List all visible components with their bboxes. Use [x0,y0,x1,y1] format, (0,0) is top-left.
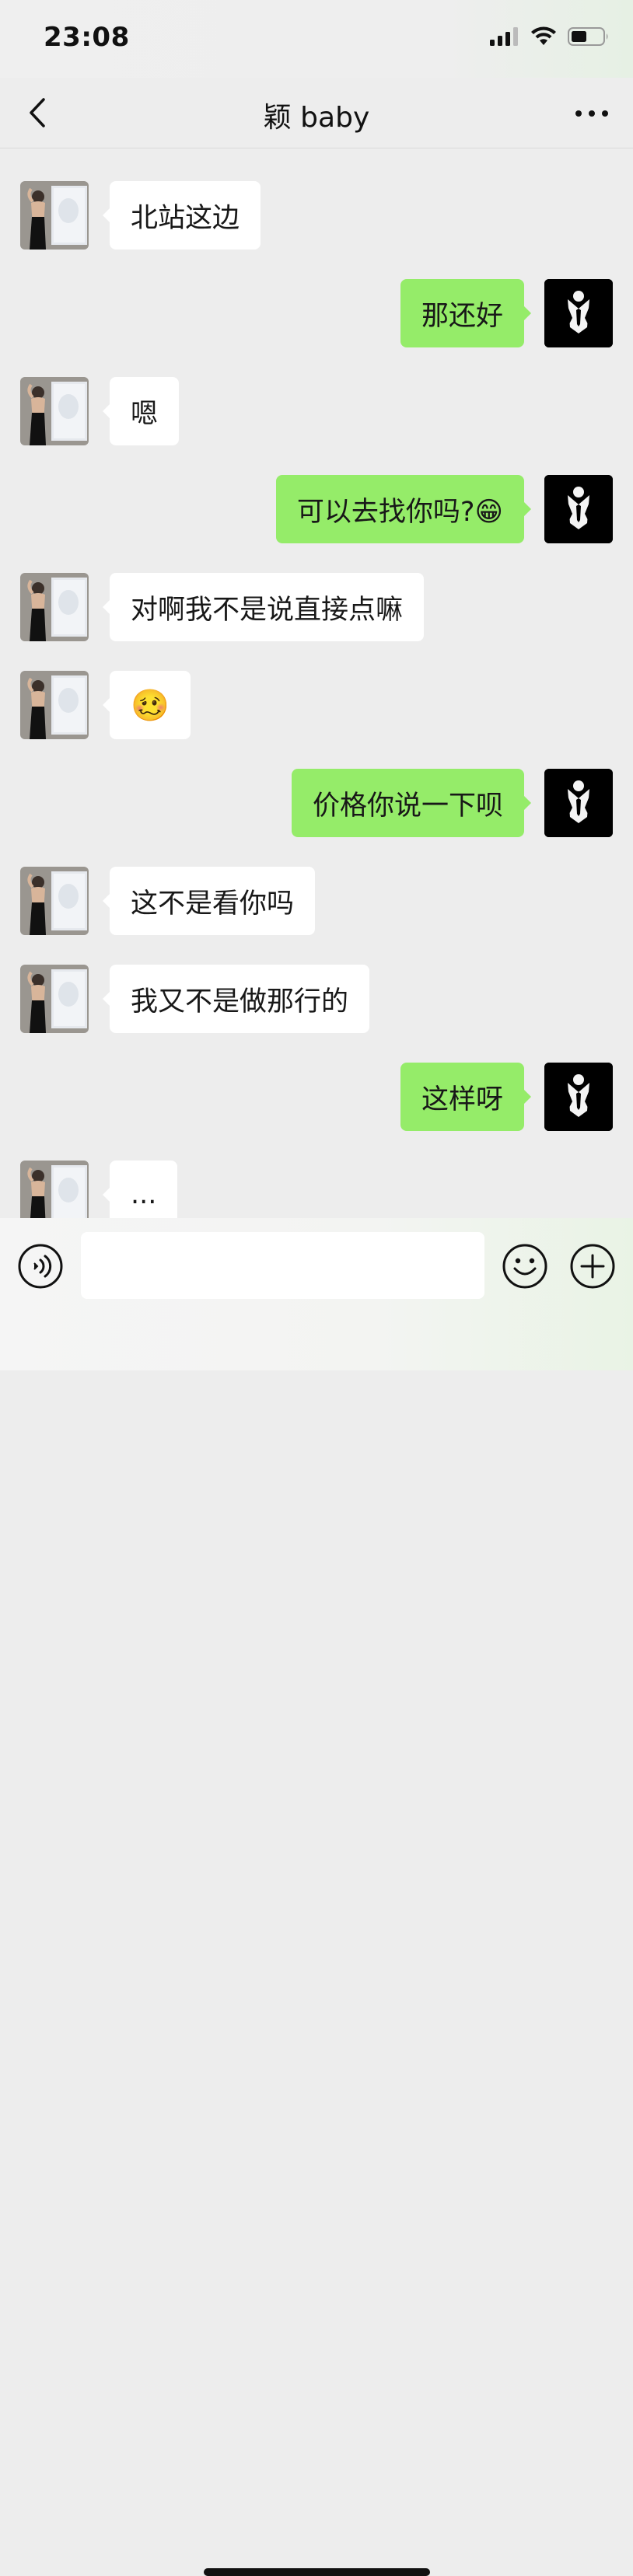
voice-icon[interactable] [17,1243,64,1290]
received-message: 北站这边 [0,181,633,250]
contact-avatar[interactable] [20,965,89,1033]
received-bubble[interactable]: 嗯 [102,377,180,445]
chat-title: 颖 baby [263,102,370,134]
contact-avatar[interactable] [20,867,89,935]
home-indicator[interactable] [204,2568,430,2576]
received-message: 🥴 [0,671,633,739]
input-toolbar [0,1218,633,2576]
sent-bubble[interactable]: 可以去找你吗?😁 [275,475,532,543]
own-avatar[interactable] [544,1063,613,1131]
contact-avatar[interactable] [20,1161,89,1218]
received-bubble[interactable]: 🥴 [103,671,191,739]
signal-icon [490,27,518,46]
chat-message-list[interactable]: 北站这边那还好嗯可以去找你吗?😁 对啊我不是说直接点嘛 🥴 价格你说一下呗这不是看你吗… [0,148,633,1218]
plus-icon[interactable] [569,1243,616,1290]
sent-bubble[interactable]: 那还好 [400,279,532,347]
received-bubble[interactable]: 北站这边 [102,181,261,250]
received-message: 对啊我不是说直接点嘛 [0,573,633,641]
received-message: ... [0,1161,633,1218]
contact-avatar[interactable] [20,377,89,445]
received-message: 这不是看你吗 [0,867,633,935]
received-bubble[interactable]: 这不是看你吗 [102,867,316,935]
received-bubble[interactable]: 我又不是做那行的 [102,965,370,1033]
sent-message: 这样呀 [0,1063,633,1131]
contact-avatar[interactable] [20,573,89,641]
status-time: 23:08 [44,22,130,53]
received-message: 嗯 [0,377,633,445]
received-bubble[interactable]: 对啊我不是说直接点嘛 [102,573,425,641]
sent-message: 那还好 [0,279,633,347]
more-options-icon[interactable] [572,99,611,127]
emoji-icon[interactable] [502,1243,548,1290]
wifi-icon [531,26,556,45]
battery-icon [568,27,608,46]
sent-message: 价格你说一下呗 [0,769,633,837]
own-avatar[interactable] [544,279,613,347]
own-avatar[interactable] [544,769,613,837]
contact-avatar[interactable] [20,671,89,739]
own-avatar[interactable] [544,475,613,543]
nav-bar: 颖 baby [0,78,633,148]
system-icons [490,26,610,47]
received-message: 我又不是做那行的 [0,965,633,1033]
sent-bubble[interactable]: 这样呀 [400,1063,532,1131]
status-bar: 23:08 [0,0,633,78]
sent-message: 可以去找你吗?😁 [0,475,633,543]
sent-bubble[interactable]: 价格你说一下呗 [291,769,532,837]
contact-avatar[interactable] [20,181,89,250]
message-input[interactable] [81,1232,484,1299]
received-bubble[interactable]: ... [102,1161,178,1218]
